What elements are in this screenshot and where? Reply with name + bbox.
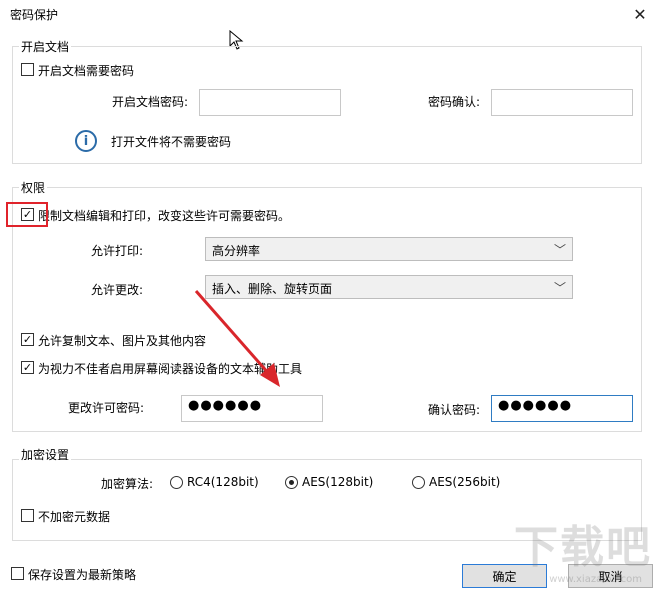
watermark-logo: 下载吧 <box>514 522 652 573</box>
info-icon: i <box>75 130 97 152</box>
highlight-box <box>6 202 48 227</box>
change-password-input[interactable]: ●●●●●● <box>181 395 323 422</box>
confirm-open-password-input[interactable] <box>491 89 633 116</box>
check-icon: ✓ <box>22 333 33 346</box>
info-text: 打开文件将不需要密码 <box>111 135 232 149</box>
radio-aes256-label: AES(256bit) <box>429 475 501 489</box>
restrict-edit-label: 限制文档编辑和打印，改变这些许可需要密码。 <box>38 209 291 223</box>
no-metadata-label: 不加密元数据 <box>38 510 111 524</box>
print-select[interactable]: 高分辨率 ﹀ <box>205 237 573 261</box>
require-password-label: 开启文档需要密码 <box>38 64 135 78</box>
radio-aes256[interactable] <box>412 476 425 489</box>
confirm-open-password-label: 密码确认: <box>428 95 481 109</box>
open-doc-legend: 开启文档 <box>19 38 72 55</box>
screen-reader-checkbox[interactable]: ✓ <box>21 361 34 374</box>
allow-copy-checkbox[interactable]: ✓ <box>21 333 34 346</box>
close-icon: ✕ <box>633 4 647 24</box>
encryption-legend: 加密设置 <box>19 446 72 463</box>
radio-rc4[interactable] <box>170 476 183 489</box>
open-password-label: 开启文档密码: <box>112 95 189 109</box>
radio-rc4-label: RC4(128bit) <box>187 475 259 489</box>
chevron-down-icon: ﹀ <box>553 243 566 257</box>
open-password-input[interactable] <box>199 89 341 116</box>
print-label: 允许打印: <box>91 244 144 258</box>
permissions-legend: 权限 <box>19 179 48 196</box>
radio-aes128-label: AES(128bit) <box>302 475 374 489</box>
confirm-password-input[interactable]: ●●●●●● <box>491 395 633 422</box>
change-password-label: 更改许可密码: <box>68 401 145 415</box>
dialog-title: 密码保护 <box>10 8 59 22</box>
save-policy-checkbox[interactable] <box>11 567 24 580</box>
close-button[interactable]: ✕ <box>628 2 652 26</box>
algorithm-label: 加密算法: <box>101 477 154 491</box>
confirm-password-label: 确认密码: <box>428 403 481 417</box>
watermark-url: www.xiazaiba.com <box>549 574 642 585</box>
red-arrow-icon <box>194 290 280 387</box>
print-select-value: 高分辨率 <box>212 244 261 258</box>
allow-copy-label: 允许复制文本、图片及其他内容 <box>38 334 207 348</box>
check-icon: ✓ <box>22 361 33 374</box>
no-metadata-checkbox[interactable] <box>21 509 34 522</box>
radio-aes128[interactable] <box>285 476 298 489</box>
change-label: 允许更改: <box>91 283 144 297</box>
save-policy-label: 保存设置为最新策略 <box>28 568 137 582</box>
chevron-down-icon: ﹀ <box>553 281 566 295</box>
require-password-checkbox[interactable] <box>21 63 34 76</box>
